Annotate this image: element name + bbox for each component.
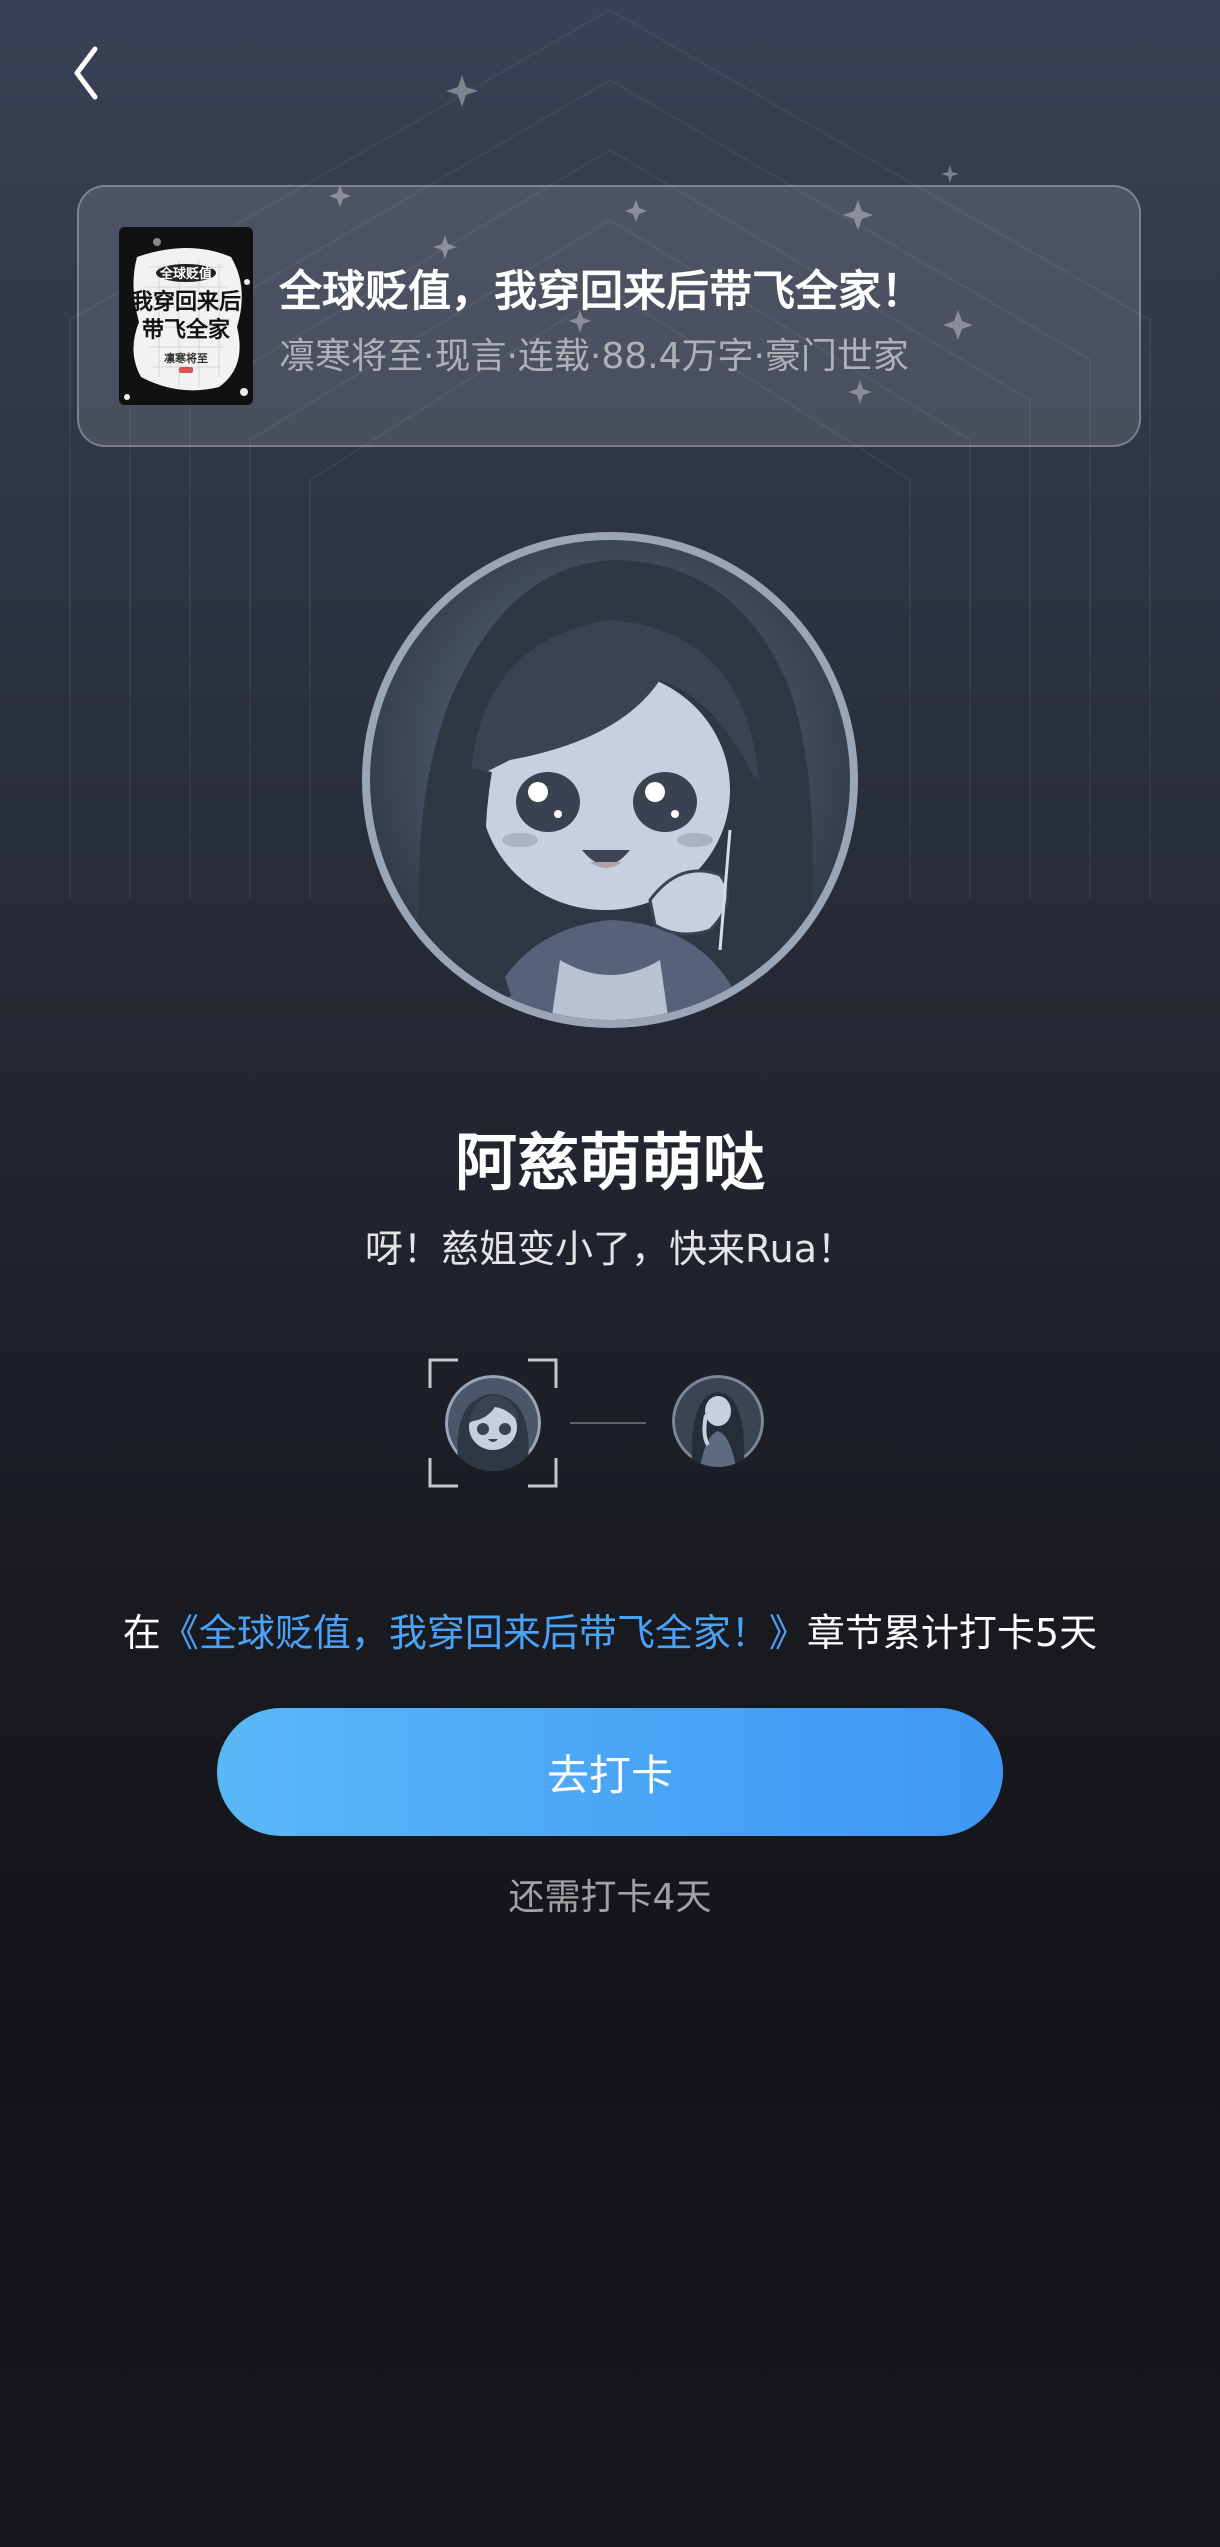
stage-connector — [570, 1422, 646, 1424]
book-link[interactable]: 《全球贬值，我穿回来后带飞全家！》 — [161, 1611, 807, 1655]
book-meta: 凛寒将至·现言·连载·88.4万字·豪门世家 — [279, 336, 909, 377]
stage-avatar-current — [445, 1375, 541, 1471]
cover-text-top: 全球贬值 — [159, 266, 212, 282]
cover-text-line2: 带飞全家 — [142, 317, 231, 343]
cover-text-line1: 我穿回来后 — [131, 289, 241, 315]
back-button[interactable] — [58, 40, 114, 106]
stage-selector — [428, 1358, 768, 1488]
checkin-prefix: 在 — [122, 1611, 161, 1655]
chevron-left-icon — [74, 46, 98, 100]
stage-avatar-next[interactable] — [672, 1375, 764, 1467]
checkin-suffix: 章节累计打卡5天 — [806, 1611, 1098, 1655]
go-checkin-button[interactable]: 去打卡 — [217, 1708, 1003, 1836]
cover-author: 凛寒将至 — [164, 351, 208, 365]
book-card[interactable]: 全球贬值 我穿回来后 带飞全家 凛寒将至 全球贬值，我穿回来后带飞全家！ 凛寒将… — [77, 185, 1141, 447]
checkin-progress-text: 在《全球贬值，我穿回来后带飞全家！》章节累计打卡5天 — [0, 1602, 1220, 1657]
character-name: 阿慈萌萌哒 — [454, 1126, 765, 1199]
book-title: 全球贬值，我穿回来后带飞全家！ — [279, 267, 924, 317]
stage-current[interactable] — [428, 1358, 558, 1488]
character-avatar — [360, 530, 860, 1030]
remaining-days-text: 还需打卡4天 — [508, 1877, 712, 1918]
book-cover: 全球贬值 我穿回来后 带飞全家 凛寒将至 — [119, 227, 253, 405]
character-tagline: 呀！慈姐变小了，快来Rua！ — [364, 1227, 856, 1271]
